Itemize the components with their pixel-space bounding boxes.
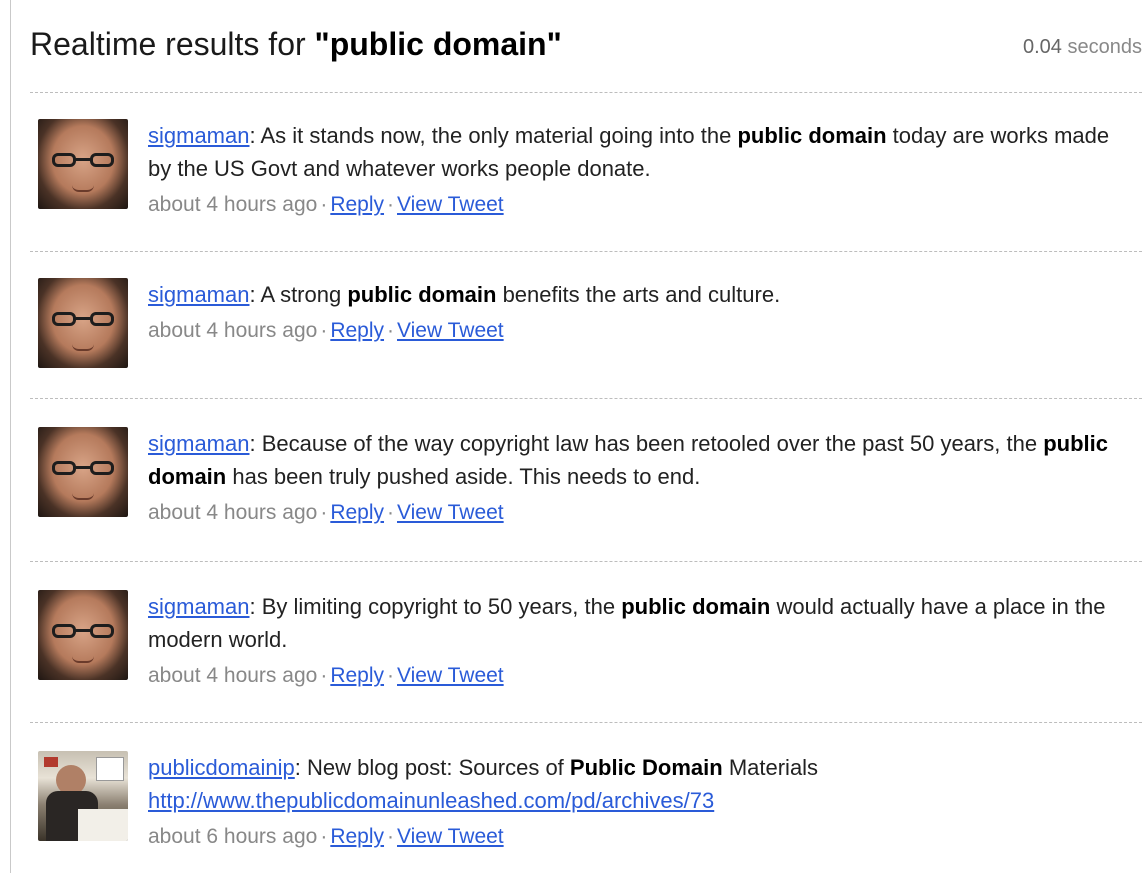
tweet-text: sigmaman: Because of the way copyright l… [148,427,1138,493]
search-results-page: Realtime results for "public domain" 0.0… [30,0,1142,873]
user-avatar[interactable] [38,427,128,517]
user-avatar[interactable] [38,278,128,368]
highlighted-term: public domain [347,282,497,307]
tweet-item: publicdomainip: New blog post: Sources o… [30,723,1142,873]
reply-link[interactable]: Reply [330,319,384,342]
username-link[interactable]: sigmaman [148,431,249,456]
title-prefix: Realtime results for [30,26,315,62]
tweet-meta: about 4 hours ago · Reply · View Tweet [148,499,1138,527]
reply-link[interactable]: Reply [330,193,384,216]
separator: · [387,193,395,216]
username-link[interactable]: sigmaman [148,594,249,619]
reply-link[interactable]: Reply [330,825,384,848]
tweet-item: sigmaman: As it stands now, the only mat… [30,93,1142,251]
tweet-timestamp: about 4 hours ago [148,193,318,216]
tweet-text-part: : Because of the way copyright law has b… [249,431,1044,456]
separator: · [387,319,395,342]
separator: · [387,825,395,848]
user-avatar[interactable] [38,751,128,841]
tweet-timestamp: about 4 hours ago [148,319,318,342]
reply-link[interactable]: Reply [330,501,384,524]
tweet-text-part: has been truly pushed aside. This needs … [226,464,701,489]
separator: · [320,319,328,342]
tweet-text-part: : New blog post: Sources of [294,755,570,780]
separator: · [320,664,328,687]
view-tweet-link[interactable]: View Tweet [397,319,504,342]
blog-post-link[interactable]: http://www.thepublicdomainunleashed.com/… [148,788,714,813]
glasses-icon [52,624,114,638]
search-query: "public domain" [314,26,562,62]
view-tweet-link[interactable]: View Tweet [397,664,504,687]
tweet-content: sigmaman: By limiting copyright to 50 ye… [148,590,1138,690]
tweet-content: sigmaman: Because of the way copyright l… [148,427,1138,527]
tweet-content: publicdomainip: New blog post: Sources o… [148,751,1138,851]
tweet-text-part: Materials [722,755,819,780]
separator: · [320,501,328,524]
username-link[interactable]: sigmaman [148,123,249,148]
tweet-text: sigmaman: A strong public domain benefit… [148,278,1138,311]
tweet-meta: about 6 hours ago · Reply · View Tweet [148,823,1138,851]
tweet-item: sigmaman: Because of the way copyright l… [30,399,1142,561]
view-tweet-link[interactable]: View Tweet [397,193,504,216]
user-avatar[interactable] [38,119,128,209]
tweet-text-part: : By limiting copyright to 50 years, the [249,594,622,619]
tweet-text-part: : A strong [249,282,348,307]
tweet-meta: about 4 hours ago · Reply · View Tweet [148,317,1138,345]
username-link[interactable]: publicdomainip [148,755,295,780]
tweet-content: sigmaman: A strong public domain benefit… [148,278,1138,345]
tweet-content: sigmaman: As it stands now, the only mat… [148,119,1138,219]
tweet-text-part: benefits the arts and culture. [496,282,781,307]
results-header: Realtime results for "public domain" 0.0… [30,0,1142,92]
highlighted-term: public domain [737,123,887,148]
highlighted-term: public domain [621,594,771,619]
tweet-timestamp: about 4 hours ago [148,664,318,687]
tweet-item: sigmaman: A strong public domain benefit… [30,252,1142,398]
username-link[interactable]: sigmaman [148,282,249,307]
separator: · [387,664,395,687]
tweet-timestamp: about 4 hours ago [148,501,318,524]
glasses-icon [52,312,114,326]
separator: · [387,501,395,524]
tweet-text: sigmaman: By limiting copyright to 50 ye… [148,590,1138,656]
tweet-meta: about 4 hours ago · Reply · View Tweet [148,191,1138,219]
highlighted-term: Public Domain [569,755,723,780]
tweet-item: sigmaman: By limiting copyright to 50 ye… [30,562,1142,722]
view-tweet-link[interactable]: View Tweet [397,501,504,524]
glasses-icon [52,153,114,167]
tweet-text: publicdomainip: New blog post: Sources o… [148,751,1138,817]
tweet-text-part: : As it stands now, the only material go… [249,123,738,148]
left-border [10,0,11,873]
tweet-text: sigmaman: As it stands now, the only mat… [148,119,1138,185]
user-avatar[interactable] [38,590,128,680]
timing-unit: seconds [1067,36,1143,58]
tweet-meta: about 4 hours ago · Reply · View Tweet [148,662,1138,690]
view-tweet-link[interactable]: View Tweet [397,825,504,848]
separator: · [320,193,328,216]
separator: · [320,825,328,848]
page-title: Realtime results for "public domain" [30,26,562,63]
tweet-timestamp: about 6 hours ago [148,825,318,848]
reply-link[interactable]: Reply [330,664,384,687]
timing-value: 0.04 [1023,36,1062,58]
search-timing: 0.04 seconds [1023,36,1142,59]
glasses-icon [52,461,114,475]
